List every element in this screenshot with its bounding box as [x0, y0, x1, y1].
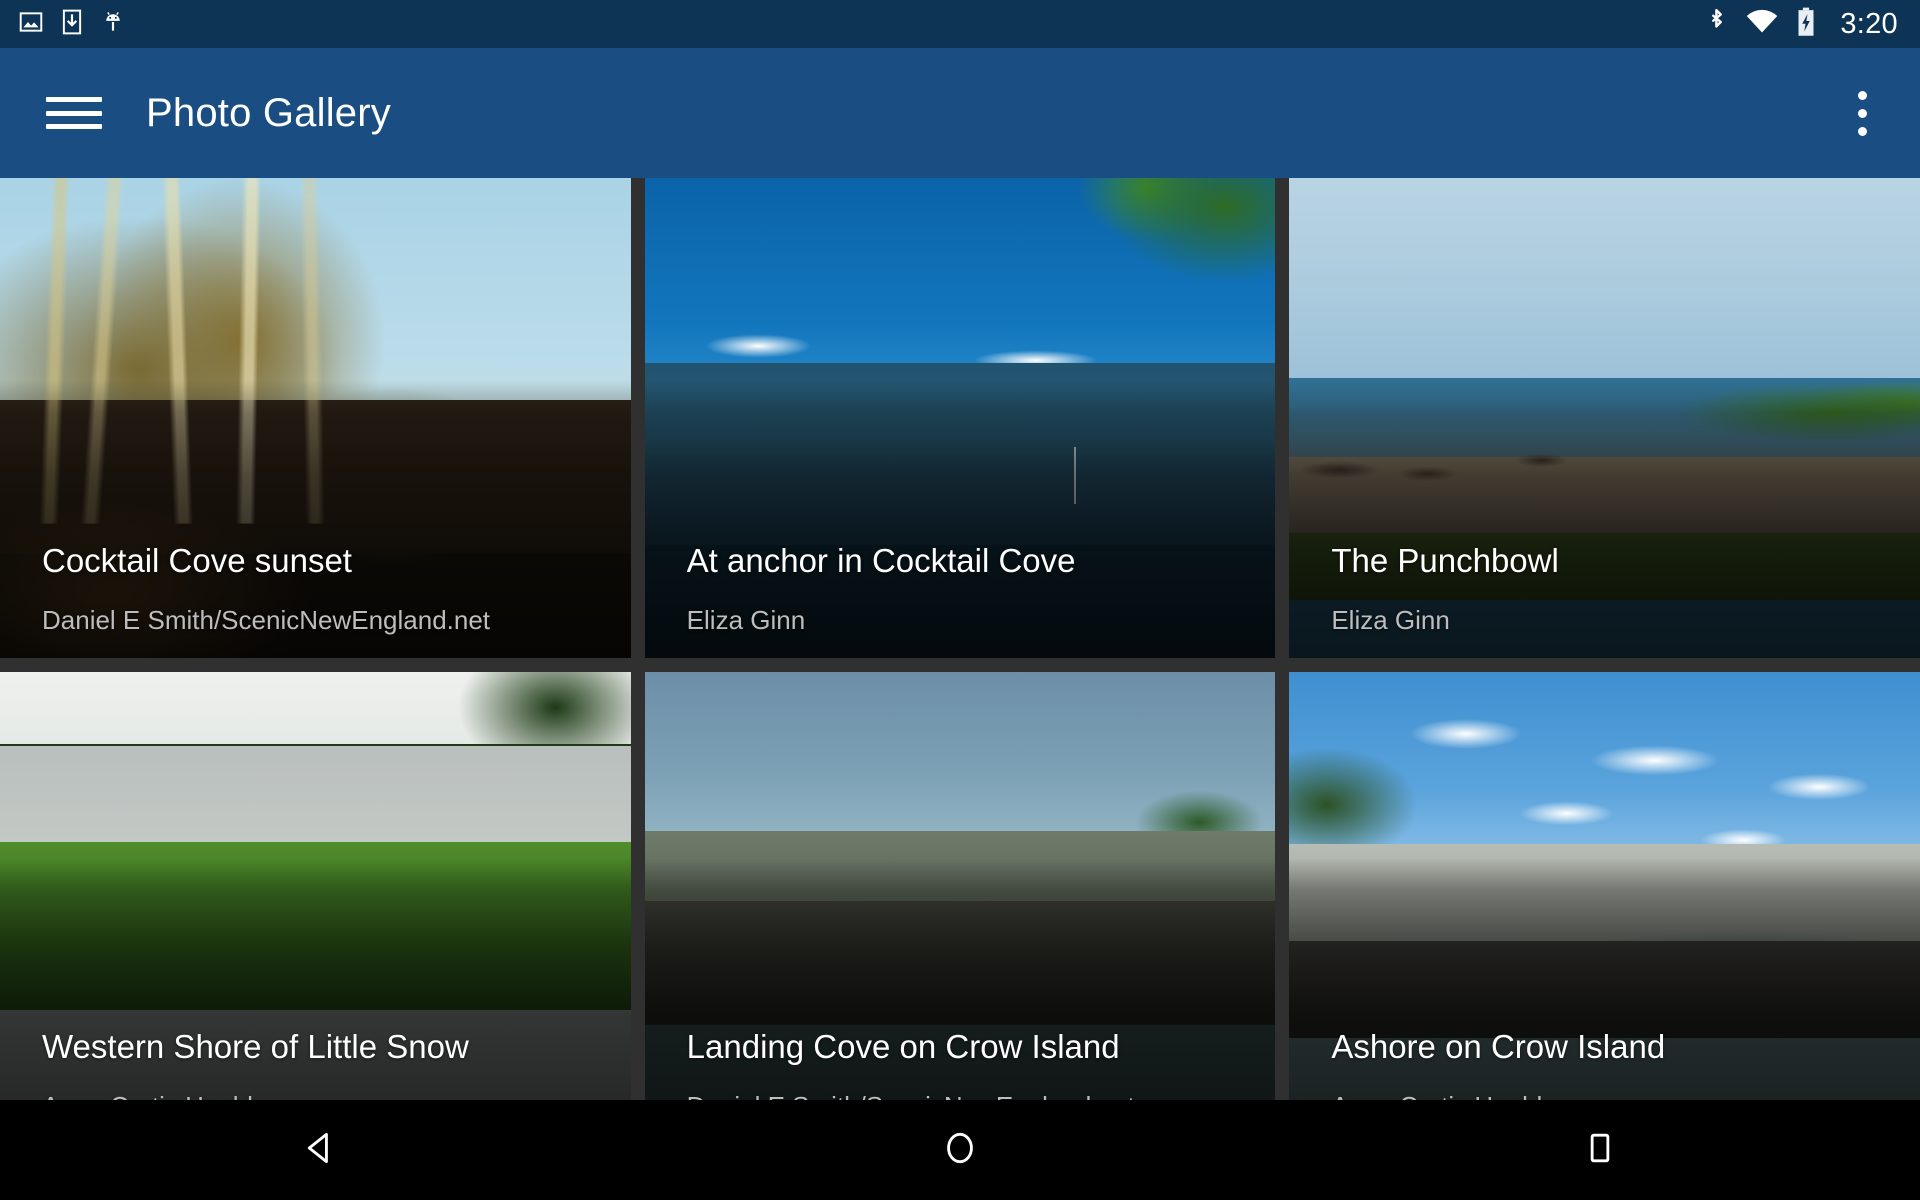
photo-author: Daniel E Smith/ScenicNewEngland.net [687, 1091, 1246, 1100]
photo-caption: The Punchbowl Eliza Ginn [1331, 544, 1890, 636]
status-bar-system: 3:20 [1706, 7, 1898, 42]
android-icon [100, 9, 126, 40]
photo-author: Daniel E Smith/ScenicNewEngland.net [42, 605, 491, 635]
grid-gutter [630, 178, 645, 658]
hamburger-bar-2 [46, 110, 102, 116]
photo-title: At anchor in Cocktail Cove [686, 544, 1076, 579]
wifi-icon [1746, 9, 1778, 40]
photo-title: Ashore on Crow Island [1331, 1030, 1666, 1065]
photo-title: The Punchbowl [1331, 544, 1559, 579]
status-bar-clock: 3:20 [1840, 7, 1898, 40]
grid-gutter [1275, 178, 1290, 658]
status-bar-notifications [18, 9, 126, 40]
photo-title: Western Shore of Little Snow [42, 1030, 469, 1065]
photo-caption: Ashore on Crow Island Anne Curtis Heald [1331, 1030, 1890, 1100]
image-icon [18, 9, 44, 40]
triangle-left-icon [300, 1128, 340, 1173]
photo-title: Landing Cove on Crow Island [686, 1030, 1120, 1065]
more-vertical-icon[interactable] [1832, 77, 1892, 149]
app-bar: Photo Gallery [0, 48, 1920, 178]
hamburger-menu-icon[interactable] [46, 91, 102, 135]
photo-grid-row: Cocktail Cove sunset Daniel E Smith/Scen… [0, 178, 1920, 658]
photo-grid[interactable]: Cocktail Cove sunset Daniel E Smith/Scen… [0, 178, 1920, 1100]
page-title: Photo Gallery [146, 90, 391, 135]
photo-card[interactable]: Western Shore of Little Snow Anne Curtis… [0, 672, 631, 1100]
grid-gutter [630, 672, 645, 1100]
photo-author: Eliza Ginn [1331, 605, 1450, 635]
photo-caption: Landing Cove on Crow Island Daniel E Smi… [687, 1030, 1246, 1100]
hamburger-bar-3 [46, 124, 102, 129]
photo-caption: Western Shore of Little Snow Anne Curtis… [42, 1030, 601, 1100]
overflow-dot-3 [1857, 126, 1867, 136]
battery-charging-icon [1796, 7, 1816, 42]
photo-card[interactable]: Cocktail Cove sunset Daniel E Smith/Scen… [0, 178, 631, 658]
bluetooth-icon [1706, 7, 1728, 42]
square-icon [1580, 1128, 1620, 1173]
status-bar[interactable]: 3:20 [0, 0, 1920, 48]
circle-icon [940, 1128, 980, 1173]
navigation-bar [0, 1100, 1920, 1200]
photo-author: Anne Curtis Heald [1331, 1091, 1890, 1100]
photo-grid-row: Western Shore of Little Snow Anne Curtis… [0, 672, 1920, 1100]
overflow-dot-2 [1857, 108, 1867, 118]
photo-author: Eliza Ginn [686, 605, 806, 635]
grid-gutter [1275, 672, 1290, 1100]
photo-author: Anne Curtis Heald [42, 1091, 601, 1100]
hamburger-bar-1 [46, 97, 102, 102]
photo-card[interactable]: Ashore on Crow Island Anne Curtis Heald [1289, 672, 1920, 1100]
home-button[interactable] [870, 1100, 1050, 1200]
overflow-dot-1 [1857, 90, 1867, 100]
download-icon [60, 9, 84, 40]
back-button[interactable] [230, 1100, 410, 1200]
photo-card[interactable]: At anchor in Cocktail Cove Eliza Ginn [644, 178, 1276, 658]
recents-button[interactable] [1510, 1100, 1690, 1200]
photo-card[interactable]: Landing Cove on Crow Island Daniel E Smi… [644, 672, 1276, 1100]
photo-card[interactable]: The Punchbowl Eliza Ginn [1289, 178, 1920, 658]
photo-caption: Cocktail Cove sunset Daniel E Smith/Scen… [42, 544, 601, 636]
photo-title: Cocktail Cove sunset [42, 544, 352, 579]
photo-caption: At anchor in Cocktail Cove Eliza Ginn [687, 544, 1246, 636]
